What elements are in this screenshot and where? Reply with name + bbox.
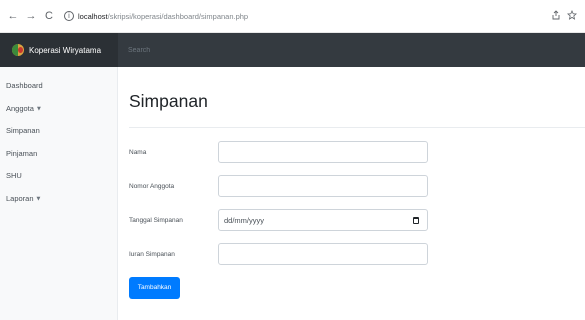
sidebar-item-label: Dashboard bbox=[6, 81, 43, 90]
sidebar-item-anggota[interactable]: Anggota ▼ bbox=[0, 104, 117, 127]
reload-icon[interactable]: C bbox=[42, 9, 56, 23]
caret-down-icon: ▼ bbox=[36, 195, 41, 202]
sidebar-item-label: Anggota bbox=[6, 103, 34, 113]
brand-name: Koperasi Wiryatama bbox=[29, 45, 102, 55]
simpanan-form: Nama Nomor Anggota Tanggal Simpanan dd/m… bbox=[129, 140, 585, 299]
sidebar: Dashboard Anggota ▼ Simpanan Pinjaman SH… bbox=[0, 67, 118, 320]
nama-field[interactable] bbox=[218, 141, 428, 163]
bookmark-star-icon[interactable] bbox=[567, 9, 577, 23]
search-input[interactable] bbox=[124, 33, 585, 67]
site-info-icon[interactable]: i bbox=[64, 11, 74, 21]
sidebar-item-label: SHU bbox=[6, 171, 22, 180]
koperasi-logo-icon bbox=[12, 44, 24, 56]
browser-actions bbox=[551, 9, 577, 23]
top-navbar: Koperasi Wiryatama bbox=[0, 33, 585, 67]
page-title: Simpanan bbox=[129, 91, 208, 111]
tanggal-simpanan-label: Tanggal Simpanan bbox=[129, 216, 183, 224]
date-placeholder: dd/mm/yyyy bbox=[224, 215, 265, 225]
nomor-anggota-label: Nomor Anggota bbox=[129, 182, 175, 190]
nomor-anggota-row: Nomor Anggota bbox=[129, 174, 585, 198]
tanggal-simpanan-date-field[interactable]: dd/mm/yyyy bbox=[218, 209, 428, 231]
sidebar-item-pinjaman[interactable]: Pinjaman bbox=[0, 149, 117, 172]
nama-row: Nama bbox=[129, 140, 585, 164]
calendar-icon[interactable] bbox=[413, 216, 419, 224]
nama-label: Nama bbox=[129, 148, 147, 156]
sidebar-item-label: Simpanan bbox=[6, 126, 40, 135]
sidebar-item-label: Laporan bbox=[6, 193, 34, 203]
title-divider bbox=[129, 127, 585, 128]
caret-down-icon: ▼ bbox=[36, 105, 41, 112]
tambahkan-button[interactable]: Tambahkan bbox=[129, 276, 180, 299]
main-content: Simpanan Nama Nomor Anggota Tanggal Simp… bbox=[118, 67, 585, 320]
url-path: /skripsi/koperasi/dashboard/simpanan.php bbox=[107, 11, 249, 21]
sidebar-item-dashboard[interactable]: Dashboard bbox=[0, 81, 117, 104]
sidebar-item-simpanan[interactable]: Simpanan bbox=[0, 126, 117, 149]
nomor-anggota-field[interactable] bbox=[218, 175, 428, 197]
sidebar-item-shu[interactable]: SHU bbox=[0, 171, 117, 194]
browser-toolbar: ← → C i localhost/skripsi/koperasi/dashb… bbox=[0, 0, 585, 33]
forward-arrow-icon[interactable]: → bbox=[24, 9, 38, 23]
url-host: localhost bbox=[78, 11, 108, 21]
iuran-simpanan-field[interactable] bbox=[218, 243, 428, 265]
share-icon[interactable] bbox=[551, 9, 561, 23]
address-bar[interactable]: i localhost/skripsi/koperasi/dashboard/s… bbox=[64, 5, 551, 27]
iuran-simpanan-row: Iuran Simpanan bbox=[129, 242, 585, 266]
sidebar-item-laporan[interactable]: Laporan ▼ bbox=[0, 194, 117, 217]
back-arrow-icon[interactable]: ← bbox=[6, 9, 20, 23]
tanggal-simpanan-row: Tanggal Simpanan dd/mm/yyyy bbox=[129, 208, 585, 232]
sidebar-item-label: Pinjaman bbox=[6, 148, 38, 158]
brand[interactable]: Koperasi Wiryatama bbox=[0, 33, 118, 67]
iuran-simpanan-label: Iuran Simpanan bbox=[129, 250, 175, 258]
